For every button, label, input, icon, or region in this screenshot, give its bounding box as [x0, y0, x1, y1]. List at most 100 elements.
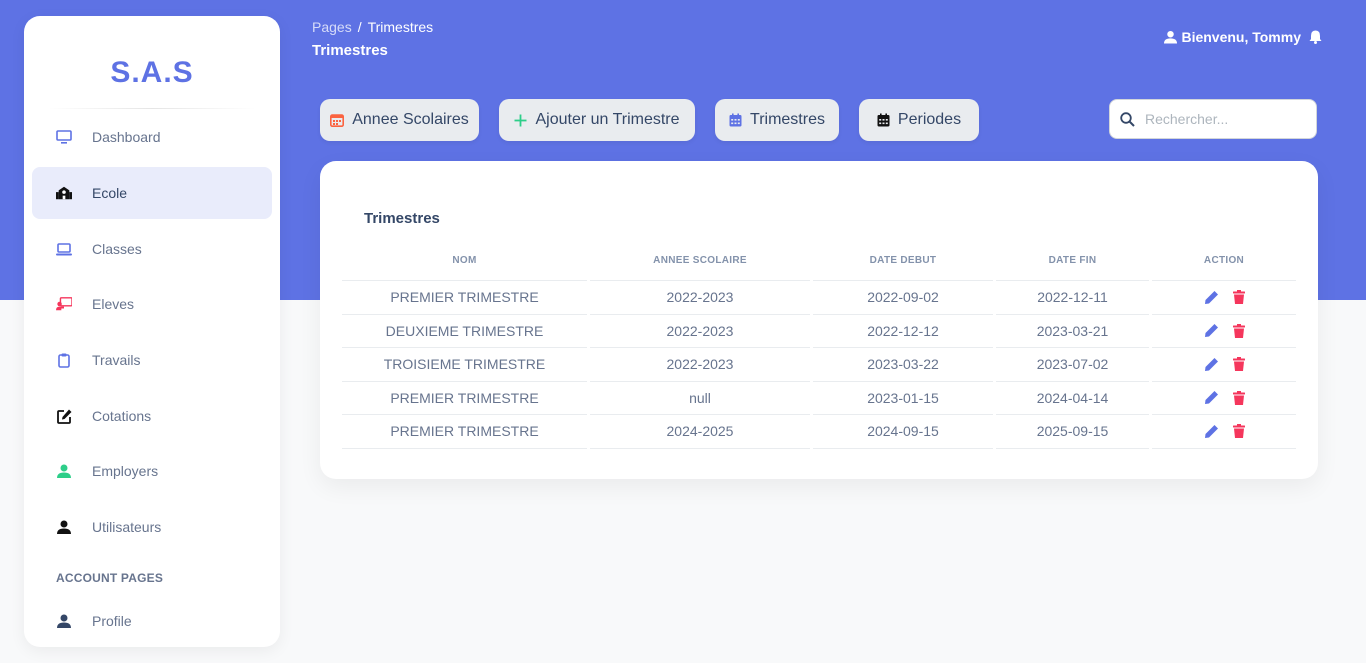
calendar-icon	[877, 113, 890, 127]
clipboard-icon	[56, 352, 72, 368]
breadcrumb-root[interactable]: Pages	[312, 19, 352, 35]
cell-nom: DEUXIEME TRIMESTRE	[342, 315, 587, 348]
sidebar-item-label: Classes	[92, 241, 142, 257]
cell-date-debut: 2023-03-22	[813, 348, 993, 382]
sidebar-item-label: Profile	[92, 613, 132, 629]
cell-nom: PREMIER TRIMESTRE	[342, 415, 587, 449]
column-header-date-debut: DATE DEBUT	[813, 245, 993, 281]
column-header-date-fin: DATE FIN	[996, 245, 1149, 281]
table-row: PREMIER TRIMESTRE 2024-2025 2024-09-15 2025…	[342, 415, 1296, 449]
page-title: Trimestres	[312, 42, 388, 59]
trash-icon[interactable]	[1232, 357, 1245, 372]
cell-date-debut: 2022-09-02	[813, 281, 993, 315]
monitor-icon	[56, 129, 72, 145]
sidebar-item-utilisateurs[interactable]: Utilisateurs	[32, 501, 272, 553]
column-header-annee-scolaire: ANNEE SCOLAIRE	[590, 245, 810, 281]
cell-date-fin: 2023-03-21	[996, 315, 1149, 348]
user-icon	[1164, 30, 1178, 44]
column-header-nom: NOM	[342, 245, 587, 281]
divider	[48, 108, 256, 109]
user-icon	[56, 463, 72, 479]
cell-date-fin: 2022-12-11	[996, 281, 1149, 315]
annee-scolaires-label: Annee Scolaires	[352, 111, 469, 128]
laptop-icon	[56, 241, 72, 257]
cell-action	[1152, 382, 1296, 415]
cell-date-fin: 2025-09-15	[996, 415, 1149, 449]
trash-icon[interactable]	[1232, 323, 1245, 338]
trash-icon[interactable]	[1232, 390, 1245, 405]
cell-annee-scolaire: null	[590, 382, 810, 415]
breadcrumb-separator: /	[357, 19, 362, 35]
trimestres-table: NOM ANNEE SCOLAIRE DATE DEBUT DATE FIN A…	[342, 245, 1296, 449]
search-box	[1109, 99, 1317, 139]
sidebar-item-ecole[interactable]: Ecole	[32, 167, 272, 219]
search-icon	[1120, 111, 1135, 127]
edit-icon	[56, 408, 72, 424]
user-icon	[56, 519, 72, 535]
cell-nom: TROISIEME TRIMESTRE	[342, 348, 587, 382]
cell-date-debut: 2023-01-15	[813, 382, 993, 415]
cell-annee-scolaire: 2022-2023	[590, 348, 810, 382]
cell-annee-scolaire: 2022-2023	[590, 281, 810, 315]
cell-action	[1152, 315, 1296, 348]
sidebar-item-dashboard[interactable]: Dashboard	[32, 111, 272, 163]
annee-scolaires-button[interactable]: Annee Scolaires	[320, 99, 479, 141]
periodes-button[interactable]: Periodes	[859, 99, 979, 141]
cell-action	[1152, 348, 1296, 382]
user-greeting: Bienvenu, Tommy	[1181, 29, 1301, 45]
trimestres-button[interactable]: Trimestres	[715, 99, 839, 141]
brand-logo[interactable]: S.A.S	[24, 56, 280, 90]
sidebar-item-label: Utilisateurs	[92, 519, 162, 535]
search-input[interactable]	[1145, 111, 1305, 127]
cell-annee-scolaire: 2022-2023	[590, 315, 810, 348]
sidebar-item-employers[interactable]: Employers	[32, 445, 272, 497]
sidebar-item-label: Employers	[92, 463, 159, 479]
chalkboard-teacher-icon	[56, 296, 72, 312]
cell-date-debut: 2024-09-15	[813, 415, 993, 449]
sidebar-item-eleves[interactable]: Eleves	[32, 278, 272, 330]
trash-icon[interactable]	[1232, 424, 1245, 439]
sidebar-item-label: Ecole	[92, 185, 128, 201]
cell-nom: PREMIER TRIMESTRE	[342, 281, 587, 315]
bell-icon[interactable]	[1309, 30, 1322, 44]
trash-icon[interactable]	[1232, 290, 1245, 305]
cell-date-debut: 2022-12-12	[813, 315, 993, 348]
school-icon	[56, 185, 72, 201]
sidebar-item-cotations[interactable]: Cotations	[32, 390, 272, 442]
table-row: DEUXIEME TRIMESTRE 2022-2023 2022-12-12 202…	[342, 315, 1296, 348]
table-row: PREMIER TRIMESTRE null 2023-01-15 2024-04-1…	[342, 382, 1296, 415]
edit-icon[interactable]	[1204, 290, 1219, 305]
calendar-icon	[729, 113, 742, 127]
cell-annee-scolaire: 2024-2025	[590, 415, 810, 449]
table-header: NOM ANNEE SCOLAIRE DATE DEBUT DATE FIN A…	[342, 245, 1296, 281]
sidebar-item-travails[interactable]: Travails	[32, 334, 272, 386]
table-row: TROISIEME TRIMESTRE 2022-2023 2023-03-22 20…	[342, 348, 1296, 382]
cell-date-fin: 2024-04-14	[996, 382, 1149, 415]
sidebar-item-profile[interactable]: Profile	[32, 595, 272, 647]
user-menu[interactable]: Bienvenu, Tommy	[1164, 29, 1322, 45]
card-title: Trimestres	[364, 210, 440, 227]
column-header-action: ACTION	[1152, 245, 1296, 281]
user-icon	[56, 613, 72, 629]
breadcrumb-current: Trimestres	[367, 19, 434, 35]
sidebar: S.A.S Dashboard Ecole Classes Eleves Tra…	[24, 16, 280, 647]
cell-date-fin: 2023-07-02	[996, 348, 1149, 382]
periodes-label: Periodes	[897, 111, 962, 128]
breadcrumb: Pages / Trimestres	[312, 19, 433, 35]
cell-action	[1152, 281, 1296, 315]
add-trimestre-button[interactable]: Ajouter un Trimestre	[499, 99, 695, 141]
trimestres-label: Trimestres	[750, 111, 825, 128]
sidebar-item-label: Travails	[92, 352, 141, 368]
sidebar-item-classes[interactable]: Classes	[32, 223, 272, 275]
edit-icon[interactable]	[1204, 357, 1219, 372]
calendar-icon	[330, 113, 345, 127]
edit-icon[interactable]	[1204, 424, 1219, 439]
sidebar-item-label: Dashboard	[92, 129, 161, 145]
edit-icon[interactable]	[1204, 323, 1219, 338]
sidebar-item-label: Cotations	[92, 408, 152, 424]
cell-action	[1152, 415, 1296, 449]
sidebar-item-label: Eleves	[92, 296, 135, 312]
plus-icon	[514, 114, 527, 127]
edit-icon[interactable]	[1204, 390, 1219, 405]
table-row: PREMIER TRIMESTRE 2022-2023 2022-09-02 2022…	[342, 281, 1296, 315]
